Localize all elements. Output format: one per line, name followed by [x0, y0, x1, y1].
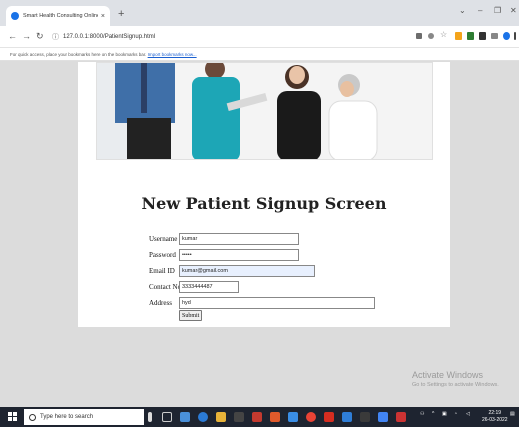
reading-list-icon[interactable] [491, 33, 498, 39]
edge-icon[interactable] [198, 412, 208, 422]
doctors-patient-photo [97, 63, 432, 159]
activate-windows-watermark: Activate Windows Go to Settings to activ… [412, 370, 499, 388]
import-bookmarks-link[interactable]: Import bookmarks now... [148, 52, 197, 57]
content-card: New Patient Signup Screen Username Passw… [78, 62, 450, 327]
forward-button[interactable]: → [22, 31, 31, 41]
network-icon[interactable]: ▣ [442, 411, 447, 417]
reload-button[interactable]: ↻ [36, 31, 44, 41]
address-input[interactable] [179, 297, 375, 309]
clock-time: 22:19 [488, 410, 502, 416]
url-field[interactable]: ⓘ 127.0.0.1:8000/PatientSignup.html [52, 29, 402, 45]
page-title: New Patient Signup Screen [141, 194, 387, 213]
taskbar-clock[interactable]: 22:19 26-03-2022 [482, 410, 508, 424]
tab-close-icon[interactable]: × [101, 13, 105, 20]
favicon-icon [11, 12, 19, 20]
minimize-button[interactable]: – [478, 6, 482, 15]
store-icon[interactable] [234, 412, 244, 422]
windows-taskbar: Type here to search ⚇ ^ ▣ ◔ ◁ 22:19 26-0… [0, 407, 519, 427]
vscode-icon[interactable] [378, 412, 388, 422]
address-bar: ← → ↻ ⓘ 127.0.0.1:8000/PatientSignup.htm… [0, 26, 519, 48]
chrome-icon[interactable] [306, 412, 316, 422]
maximize-button[interactable]: ❐ [494, 6, 501, 15]
contact-label: Contact No [149, 283, 182, 291]
browser-tab-bar: Smart Health Consulting Online × + ⌄ – ❐… [0, 0, 519, 26]
page-viewport: New Patient Signup Screen Username Passw… [0, 62, 519, 407]
office-icon[interactable] [270, 412, 280, 422]
extension-icon[interactable] [455, 32, 462, 40]
taskbar-search-placeholder: Type here to search [40, 414, 94, 420]
watermark-title: Activate Windows [412, 370, 484, 380]
email-input[interactable] [179, 265, 315, 277]
share-icon[interactable] [428, 33, 434, 39]
site-info-icon[interactable]: ⓘ [52, 32, 59, 42]
puzzle-icon[interactable] [479, 32, 486, 40]
email-label: Email ID [149, 267, 175, 275]
clock-date: 26-03-2022 [482, 417, 508, 423]
taskbar-search-box[interactable]: Type here to search [24, 409, 144, 425]
mic-icon[interactable] [148, 412, 152, 422]
recorder-icon[interactable] [396, 412, 406, 422]
task-view-icon[interactable] [162, 412, 172, 422]
volume-icon[interactable]: ◁ [466, 411, 470, 417]
vpn-shield-icon[interactable] [467, 32, 474, 40]
username-row: Username [149, 232, 299, 246]
app-icon[interactable] [252, 412, 262, 422]
windows-start-icon[interactable] [8, 412, 18, 422]
bookmark-star-icon[interactable]: ☆ [440, 30, 447, 39]
mail-icon[interactable] [180, 412, 190, 422]
python-icon[interactable] [288, 412, 298, 422]
file-explorer-icon[interactable] [216, 412, 226, 422]
username-label: Username [149, 235, 178, 243]
bookmarks-hint: For quick access, place your bookmarks h… [10, 52, 147, 57]
watermark-subtitle: Go to Settings to activate Windows. [412, 382, 499, 388]
new-tab-button[interactable]: + [118, 8, 124, 20]
contact-row: Contact No [149, 280, 239, 294]
person-icon[interactable]: ⚇ [420, 411, 424, 417]
tray-expand-icon[interactable]: ^ [432, 411, 434, 417]
email-row: Email ID [149, 264, 315, 278]
close-window-button[interactable]: ✕ [510, 6, 517, 15]
password-label: Password [149, 251, 176, 259]
word-icon[interactable] [342, 412, 352, 422]
username-input[interactable] [179, 233, 299, 245]
notifications-icon[interactable]: ▤ [510, 411, 515, 417]
tab-title: Smart Health Consulting Online [23, 13, 98, 19]
password-row: Password [149, 248, 299, 262]
bookmarks-bar: For quick access, place your bookmarks h… [0, 48, 519, 61]
address-row: Address [149, 296, 375, 310]
menu-icon[interactable] [514, 32, 516, 40]
browser-tab[interactable]: Smart Health Consulting Online × [6, 6, 110, 26]
profile-icon[interactable] [503, 32, 510, 40]
pdf-icon[interactable] [324, 412, 334, 422]
back-button[interactable]: ← [8, 31, 17, 41]
contact-input[interactable] [179, 281, 239, 293]
search-icon [29, 413, 36, 421]
address-label: Address [149, 299, 172, 307]
wifi-icon[interactable]: ◔ [454, 411, 457, 417]
key-icon[interactable] [416, 33, 422, 39]
submit-button[interactable]: Submit [179, 310, 203, 321]
password-input[interactable] [179, 249, 299, 261]
tab-search-icon[interactable]: ⌄ [459, 6, 466, 15]
terminal-icon[interactable] [360, 412, 370, 422]
banner-image [96, 62, 433, 160]
url-text: 127.0.0.1:8000/PatientSignup.html [63, 34, 156, 40]
